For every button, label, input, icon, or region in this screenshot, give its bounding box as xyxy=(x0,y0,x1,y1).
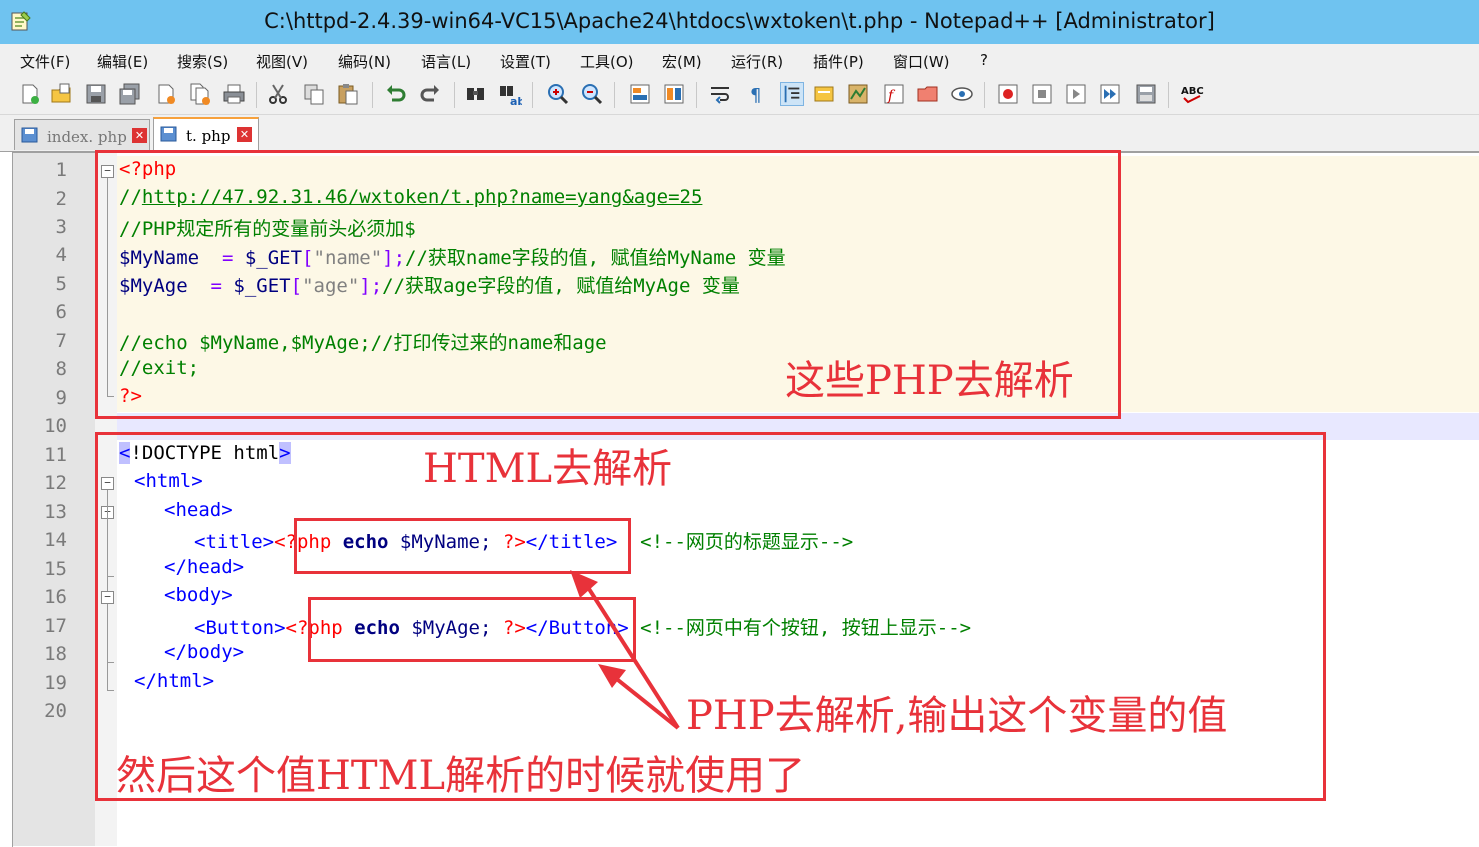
menu-macro[interactable]: 宏(M) xyxy=(662,51,702,72)
line-number: 3 xyxy=(55,216,67,238)
close-all-icon[interactable] xyxy=(188,82,212,106)
annotation-html-use: 然后这个值HTML解析的时候就使用了 xyxy=(116,753,806,799)
line-number: 11 xyxy=(44,444,67,466)
find-icon[interactable] xyxy=(464,82,488,106)
toolbar-separator xyxy=(614,82,615,108)
arrow-to-button xyxy=(606,670,680,730)
function-list-icon[interactable]: f xyxy=(882,82,906,106)
menu-search[interactable]: 搜索(S) xyxy=(177,51,228,72)
toolbar-separator xyxy=(984,82,985,108)
line-number: 15 xyxy=(44,558,67,580)
menu-encoding[interactable]: 编码(N) xyxy=(338,51,391,72)
title-bar: C:\httpd-2.4.39-win64-VC15\Apache24\htdo… xyxy=(0,0,1479,44)
paste-icon[interactable] xyxy=(336,82,360,106)
play-macro-icon[interactable] xyxy=(1064,82,1088,106)
stop-record-icon[interactable] xyxy=(1030,82,1054,106)
line-number: 8 xyxy=(55,358,67,380)
line-number: 20 xyxy=(44,700,67,722)
saved-file-icon xyxy=(160,126,177,142)
menu-plugins[interactable]: 插件(P) xyxy=(813,51,864,72)
tab-close-icon[interactable]: ✕ xyxy=(132,128,147,143)
svg-text:ABC: ABC xyxy=(1181,86,1204,97)
save-all-icon[interactable] xyxy=(118,82,142,106)
doc-map-icon[interactable] xyxy=(846,82,870,106)
show-all-chars-icon[interactable]: ¶ xyxy=(744,82,768,106)
line-number: 5 xyxy=(55,273,67,295)
menu-file[interactable]: 文件(F) xyxy=(20,51,70,72)
toolbar-separator xyxy=(454,82,455,108)
monitoring-icon[interactable] xyxy=(950,82,974,106)
line-number: 2 xyxy=(55,188,67,210)
sync-horizontal-icon[interactable] xyxy=(662,82,686,106)
print-icon[interactable] xyxy=(222,82,246,106)
copy-icon[interactable] xyxy=(302,82,326,106)
toolbar-separator xyxy=(372,82,373,108)
line-number: 18 xyxy=(44,643,67,665)
arrow-to-title xyxy=(580,576,680,730)
tab-index-php[interactable]: index. php ✕ xyxy=(14,119,150,150)
line-number: 4 xyxy=(55,244,67,266)
svg-text:¶: ¶ xyxy=(750,85,761,106)
line-number: 7 xyxy=(55,330,67,352)
menu-tools[interactable]: 工具(O) xyxy=(580,51,634,72)
spell-check-icon[interactable]: ABC xyxy=(1180,82,1204,106)
new-file-icon[interactable] xyxy=(18,82,42,106)
line-number: 14 xyxy=(44,529,67,551)
toolbar-separator xyxy=(1168,82,1169,108)
tab-label: index. php xyxy=(47,128,127,146)
save-macro-icon[interactable] xyxy=(1134,82,1158,106)
folder-workspace-icon[interactable] xyxy=(916,82,940,106)
run-macro-multiple-icon[interactable] xyxy=(1098,82,1122,106)
tab-bar: index. php ✕ t. php ✕ xyxy=(0,115,1479,152)
annotation-php-parse: 这些PHP去解析 xyxy=(785,358,1074,404)
window-title: C:\httpd-2.4.39-win64-VC15\Apache24\htdo… xyxy=(264,9,1215,33)
save-icon[interactable] xyxy=(84,82,108,106)
menu-run[interactable]: 运行(R) xyxy=(731,51,783,72)
menu-view[interactable]: 视图(V) xyxy=(256,51,308,72)
line-number: 13 xyxy=(44,501,67,523)
line-number: 1 xyxy=(55,159,67,181)
record-macro-icon[interactable] xyxy=(996,82,1020,106)
toolbar-separator xyxy=(256,82,257,108)
annotation-php-output: PHP去解析,输出这个变量的值 xyxy=(686,693,1228,739)
menu-settings[interactable]: 设置(T) xyxy=(500,51,551,72)
zoom-out-icon[interactable] xyxy=(580,82,604,106)
menu-bar: 文件(F) 编辑(E) 搜索(S) 视图(V) 编码(N) 语言(L) 设置(T… xyxy=(0,44,1479,76)
toolbar-separator xyxy=(696,82,697,108)
lang-define-icon[interactable] xyxy=(812,82,836,106)
line-number: 12 xyxy=(44,472,67,494)
menu-window[interactable]: 窗口(W) xyxy=(893,51,950,72)
line-number: 6 xyxy=(55,301,67,323)
svg-text:ab: ab xyxy=(510,95,522,106)
redo-icon[interactable] xyxy=(418,82,442,106)
menu-help[interactable]: ? xyxy=(980,51,988,69)
line-number: 16 xyxy=(44,586,67,608)
indent-guide-icon[interactable] xyxy=(780,82,804,106)
tab-label: t. php xyxy=(186,127,231,145)
menu-edit[interactable]: 编辑(E) xyxy=(97,51,148,72)
open-file-icon[interactable] xyxy=(50,82,74,106)
sync-vertical-icon[interactable] xyxy=(628,82,652,106)
replace-icon[interactable]: ab xyxy=(498,82,522,106)
tab-close-icon[interactable]: ✕ xyxy=(237,127,252,142)
close-icon[interactable] xyxy=(154,82,178,106)
undo-icon[interactable] xyxy=(384,82,408,106)
cut-icon[interactable] xyxy=(266,82,290,106)
saved-file-icon xyxy=(21,127,38,143)
line-number: 19 xyxy=(44,672,67,694)
line-number: 9 xyxy=(55,387,67,409)
line-number: 10 xyxy=(44,415,67,437)
word-wrap-icon[interactable] xyxy=(708,82,732,106)
annotation-html-parse: HTML去解析 xyxy=(423,446,673,492)
toolbar-separator xyxy=(532,82,533,108)
zoom-in-icon[interactable] xyxy=(546,82,570,106)
tab-t-php[interactable]: t. php ✕ xyxy=(153,117,259,151)
annotation-arrows xyxy=(570,570,680,730)
toolbar: ab ¶ f ABC xyxy=(0,76,1479,115)
menu-language[interactable]: 语言(L) xyxy=(421,51,471,72)
line-number: 17 xyxy=(44,615,67,637)
